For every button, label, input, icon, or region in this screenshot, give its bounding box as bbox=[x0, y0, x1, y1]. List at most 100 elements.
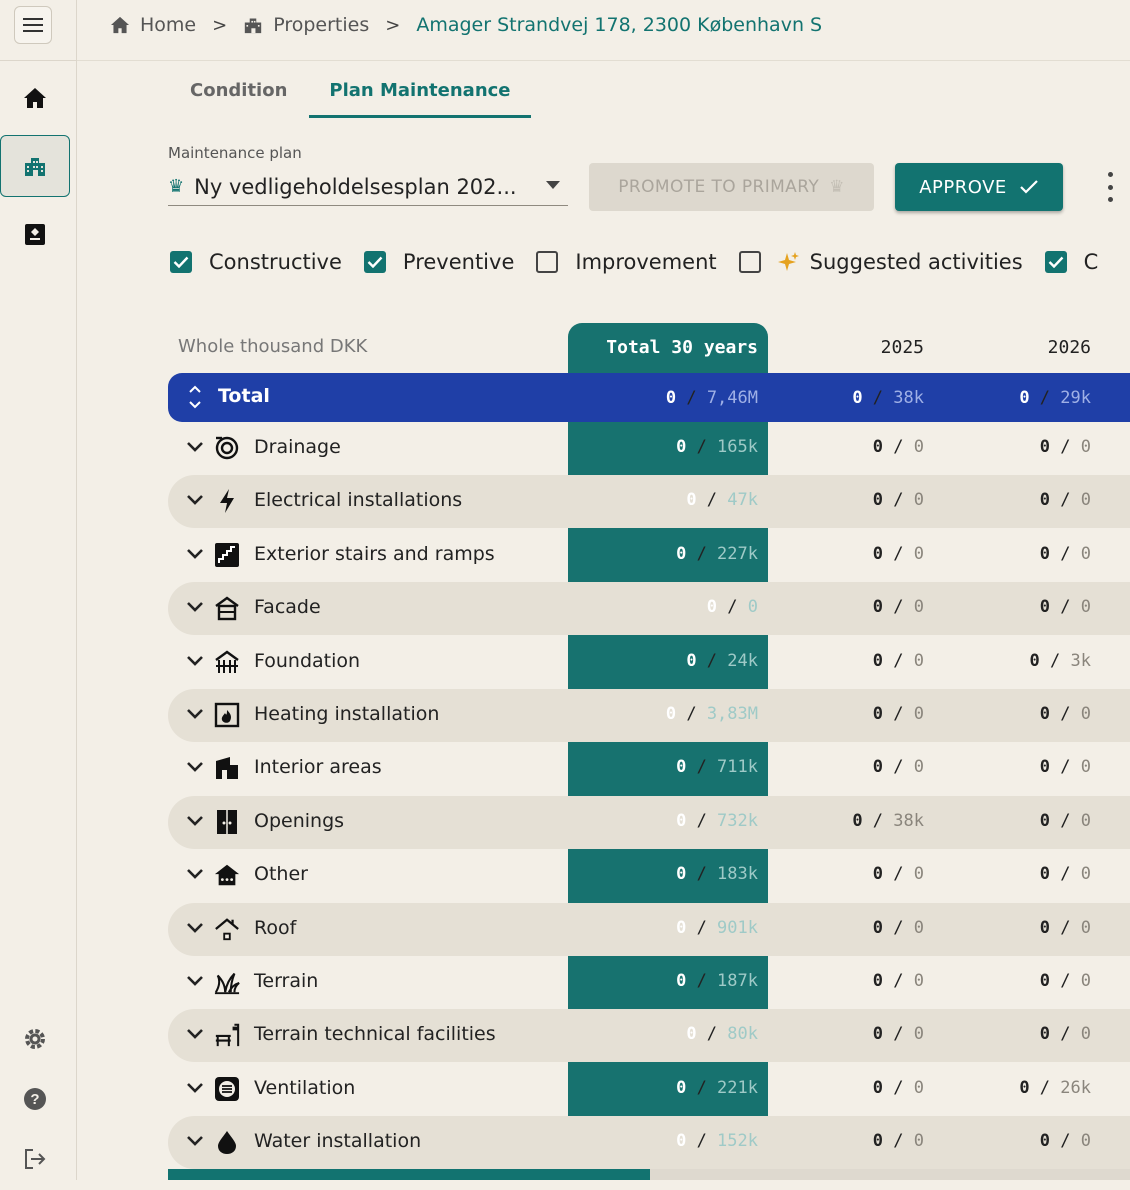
chevron-down-icon[interactable] bbox=[186, 865, 204, 884]
chevron-down-icon[interactable] bbox=[186, 758, 204, 777]
home-icon bbox=[24, 88, 46, 108]
breadcrumb-home-label: Home bbox=[140, 14, 197, 36]
breadcrumb-address: Amager Strandvej 178, 2300 København S bbox=[416, 14, 822, 36]
breadcrumb-address-label: Amager Strandvej 178, 2300 København S bbox=[416, 14, 823, 36]
total-2025-value: 0 / 38k bbox=[852, 388, 924, 408]
breadcrumb-home[interactable]: Home bbox=[110, 14, 196, 36]
table-row[interactable]: Interior areas 0 / 711k 0 / 0 0 / 0 bbox=[168, 742, 1130, 795]
rail-item-reports[interactable] bbox=[0, 203, 70, 265]
value-2026: 0 / 0 bbox=[1039, 543, 1091, 564]
filter-label: Constructive bbox=[209, 250, 342, 274]
total-30-years-value: 0 / 24k bbox=[686, 650, 758, 671]
chevron-down-icon[interactable] bbox=[186, 812, 204, 831]
table-row[interactable]: Facade 0 / 0 0 / 0 0 / 0 bbox=[168, 582, 1130, 636]
table-row[interactable]: Electrical installations 0 / 47k 0 / 0 0 / … bbox=[168, 475, 1130, 529]
more-options-icon[interactable] bbox=[1100, 172, 1120, 202]
chevron-down-icon[interactable] bbox=[186, 545, 204, 564]
promote-to-primary-button[interactable]: PROMOTE TO PRIMARY ♛ bbox=[589, 163, 874, 211]
breadcrumb-properties[interactable]: Properties bbox=[243, 14, 369, 36]
chevron-down-icon[interactable] bbox=[186, 598, 204, 617]
value-2026: 0 / 0 bbox=[1039, 1024, 1091, 1045]
value-2025: 0 / 0 bbox=[872, 1077, 924, 1098]
value-2025: 0 / 0 bbox=[872, 864, 924, 885]
table-row[interactable]: Terrain 0 / 187k 0 / 0 0 / 0 bbox=[168, 956, 1130, 1009]
column-header-2026[interactable]: 2026 bbox=[935, 337, 1091, 358]
breadcrumb: Home > Properties > Amager Strandvej 178… bbox=[110, 14, 822, 36]
filter-improvement[interactable]: Improvement bbox=[536, 250, 717, 274]
home-icon bbox=[111, 16, 129, 34]
category-label: Foundation bbox=[254, 649, 361, 672]
chevron-right-icon: > bbox=[212, 14, 228, 36]
svg-text:?: ? bbox=[30, 1091, 39, 1108]
total-30-years-value: 0 / 183k bbox=[676, 864, 758, 885]
checkbox-checked-icon[interactable] bbox=[1044, 251, 1067, 273]
filter-suggested-activities[interactable]: Suggested activities bbox=[738, 250, 1023, 274]
value-2026: 0 / 3k bbox=[1029, 650, 1091, 671]
sort-icon[interactable] bbox=[187, 384, 203, 410]
chevron-down-icon[interactable] bbox=[186, 652, 204, 671]
caret-down-icon bbox=[546, 181, 560, 189]
rail-item-properties[interactable] bbox=[0, 135, 70, 197]
table-row[interactable]: Terrain technical facilities 0 / 80k 0 / 0… bbox=[168, 1009, 1130, 1063]
interior-icon bbox=[214, 754, 240, 782]
chevron-down-icon[interactable] bbox=[186, 919, 204, 938]
value-2025: 0 / 0 bbox=[872, 490, 924, 511]
filter-constructive[interactable]: Constructive bbox=[170, 250, 342, 274]
maintenance-plan-value: Ny vedligeholdelsesplan 202... bbox=[194, 174, 517, 199]
value-2025: 0 / 0 bbox=[872, 917, 924, 938]
grass-icon bbox=[214, 968, 240, 996]
value-2026: 0 / 0 bbox=[1039, 704, 1091, 724]
table-row[interactable]: Openings 0 / 732k 0 / 38k 0 / 0 bbox=[168, 795, 1130, 849]
drainage-icon bbox=[214, 434, 240, 462]
chevron-down-icon[interactable] bbox=[186, 1025, 204, 1044]
checkbox-unchecked-icon[interactable] bbox=[536, 251, 559, 273]
chevron-down-icon[interactable] bbox=[186, 972, 204, 991]
unit-label: Whole thousand DKK bbox=[178, 336, 368, 357]
foundation-icon bbox=[214, 648, 240, 676]
value-2026: 0 / 26k bbox=[1019, 1077, 1091, 1098]
sparkle-icon bbox=[777, 252, 799, 271]
table-row[interactable]: Foundation 0 / 24k 0 / 0 0 / 3k bbox=[168, 636, 1130, 689]
total-row[interactable]: Total 0 / 7,46M 0 / 38k 0 / 29k bbox=[168, 373, 1130, 422]
category-label: Terrain technical facilities bbox=[254, 1023, 496, 1046]
approve-button-label: APPROVE bbox=[919, 176, 1007, 198]
maintenance-plan-select[interactable]: ♛ Ny vedligeholdelsesplan 202... bbox=[168, 168, 568, 206]
table-row[interactable]: Roof 0 / 901k 0 / 0 0 / 0 bbox=[168, 902, 1130, 956]
column-header-total[interactable]: Total 30 years bbox=[568, 337, 758, 358]
column-header-2025[interactable]: 2025 bbox=[770, 337, 924, 358]
category-label: Water installation bbox=[254, 1130, 422, 1153]
table-row[interactable]: Water installation 0 / 152k 0 / 0 0 / 0 bbox=[168, 1116, 1130, 1170]
buildings-icon bbox=[245, 18, 262, 34]
tab-condition[interactable]: Condition bbox=[170, 74, 307, 118]
horizontal-scrollbar[interactable] bbox=[168, 1169, 1130, 1180]
table-row[interactable]: Drainage 0 / 165k 0 / 0 0 / 0 bbox=[168, 422, 1130, 475]
rail-item-logout[interactable] bbox=[0, 1128, 70, 1190]
scrollbar-thumb[interactable] bbox=[168, 1169, 650, 1180]
filter-c[interactable]: C bbox=[1044, 250, 1098, 274]
rail-item-help[interactable]: ? bbox=[0, 1068, 70, 1130]
tab-plan-maintenance[interactable]: Plan Maintenance bbox=[309, 74, 531, 118]
table-row[interactable]: Other 0 / 183k 0 / 0 0 / 0 bbox=[168, 849, 1130, 902]
clipboard-icon bbox=[25, 224, 45, 245]
chevron-down-icon[interactable] bbox=[186, 1132, 204, 1151]
checkbox-unchecked-icon[interactable] bbox=[738, 251, 761, 273]
chevron-down-icon[interactable] bbox=[186, 491, 204, 510]
checkbox-checked-icon[interactable] bbox=[170, 251, 192, 273]
filter-preventive[interactable]: Preventive bbox=[363, 250, 514, 274]
total-30-years-value: 0 / 47k bbox=[686, 490, 758, 511]
category-label: Terrain bbox=[254, 970, 319, 992]
total-30-years-value: 0 / 80k bbox=[686, 1024, 758, 1045]
chevron-down-icon[interactable] bbox=[186, 705, 204, 724]
total-2026-value: 0 / 29k bbox=[1019, 388, 1091, 408]
checkbox-checked-icon[interactable] bbox=[363, 251, 386, 273]
approve-button[interactable]: APPROVE bbox=[895, 163, 1063, 211]
table-row[interactable]: Exterior stairs and ramps 0 / 227k 0 / 0 0 … bbox=[168, 529, 1130, 582]
rail-item-settings[interactable] bbox=[0, 1008, 70, 1070]
rail-item-home[interactable] bbox=[0, 67, 70, 129]
menu-button[interactable] bbox=[14, 6, 52, 44]
table-row[interactable]: Ventilation 0 / 221k 0 / 0 0 / 26k bbox=[168, 1063, 1130, 1116]
chevron-down-icon[interactable] bbox=[186, 1079, 204, 1098]
table-row[interactable]: Heating installation 0 / 3,83M 0 / 0 0 / 0 bbox=[168, 689, 1130, 742]
chevron-down-icon[interactable] bbox=[186, 438, 204, 457]
value-2025: 0 / 0 bbox=[872, 757, 924, 778]
